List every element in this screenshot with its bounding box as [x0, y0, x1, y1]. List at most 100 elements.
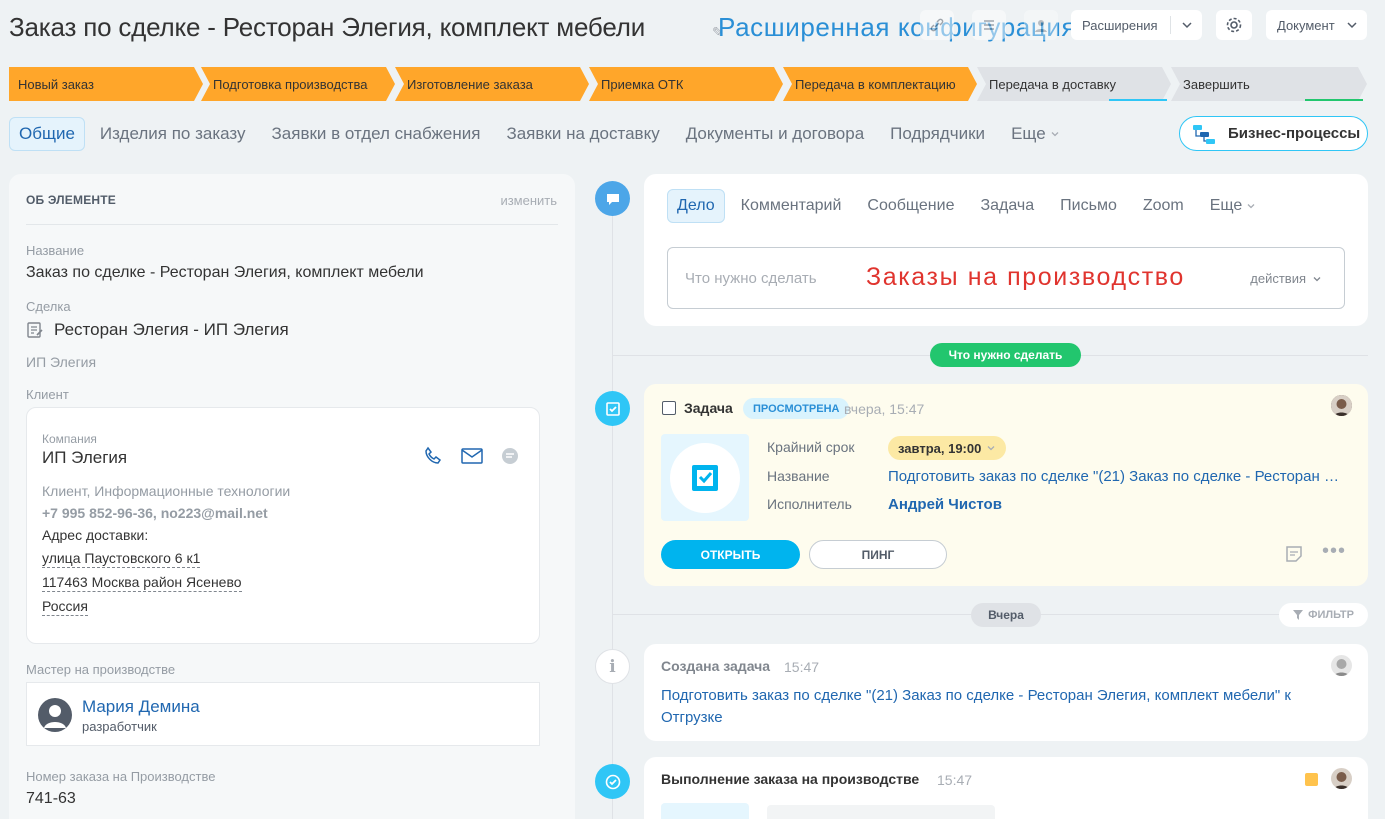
deal-link[interactable]: Ресторан Элегия - ИП Элегия — [26, 320, 289, 340]
document-button[interactable]: Документ — [1266, 10, 1367, 40]
tab-order-items[interactable]: Изделия по заказу — [100, 124, 246, 144]
element-info-card: ОБ ЭЛЕМЕНТЕ изменить Название Заказ по с… — [9, 174, 575, 819]
main-tabs: Общие Изделия по заказу Заявки в отдел с… — [9, 117, 1086, 151]
business-processes-button[interactable]: Бизнес-процессы — [1179, 116, 1368, 151]
ping-button[interactable]: ПИНГ — [809, 540, 947, 569]
edit-link[interactable]: изменить — [500, 193, 557, 208]
address-line[interactable]: улица Паустовского 6 к1 — [42, 550, 201, 568]
tab-editor-more[interactable]: Еще — [1210, 197, 1257, 215]
task-complete-checkbox[interactable] — [662, 401, 676, 415]
todo-section-pill: Что нужно сделать — [930, 343, 1081, 367]
name-value: Заказ по сделке - Ресторан Элегия, компл… — [26, 264, 424, 281]
task-time: вчера, 15:47 — [844, 401, 925, 417]
tab-editor-more-label: Еще — [1209, 197, 1243, 214]
stage-handover-delivery[interactable]: Передача в доставку — [977, 67, 1171, 101]
stage-qc-acceptance[interactable]: Приемка ОТК — [589, 67, 783, 101]
check-icon — [595, 764, 630, 799]
list-icon[interactable] — [972, 10, 1006, 40]
client-contacts[interactable]: +7 995 852-96-36, no223@mail.net — [42, 505, 268, 521]
stage-new-order[interactable]: Новый заказ — [9, 67, 203, 101]
address-line[interactable]: Россия — [42, 598, 88, 616]
event-preview — [661, 803, 749, 819]
task-title: Задача — [684, 400, 733, 416]
link-icon[interactable] — [920, 10, 954, 40]
editor-tabs: Дело Комментарий Сообщение Задача Письмо… — [667, 189, 1282, 223]
address-label: Адрес доставки: — [42, 527, 149, 543]
avatar[interactable] — [1331, 395, 1352, 416]
open-task-button[interactable]: ОТКРЫТЬ — [661, 540, 800, 569]
tab-deal-activity[interactable]: Дело — [667, 189, 725, 223]
chevron-down-icon — [987, 446, 995, 451]
stage-label: Новый заказ — [18, 76, 94, 92]
task-name-label: Название — [767, 468, 830, 484]
company-label: Компания — [42, 432, 97, 446]
stage-production-prep[interactable]: Подготовка производства — [201, 67, 395, 101]
stage-label: Передача в доставку — [989, 76, 1117, 92]
avatar[interactable] — [1331, 655, 1352, 676]
todo-input[interactable]: Что нужно сделать Заказы на производство… — [667, 247, 1345, 309]
chat-icon[interactable] — [501, 447, 519, 470]
event-task-link[interactable]: Подготовить заказ по сделке "(21) Заказ … — [661, 685, 1341, 729]
deadline-value[interactable]: завтра, 19:00 — [888, 436, 1007, 460]
tab-contractors[interactable]: Подрядчики — [890, 124, 985, 144]
master-card: Мария Демина разработчик — [26, 682, 540, 746]
more-icon[interactable]: ••• — [1322, 541, 1346, 561]
status-badge: ПРОСМОТРЕНА — [743, 398, 850, 419]
mail-icon[interactable] — [461, 448, 483, 469]
event-time: 15:47 — [784, 659, 820, 675]
page-title: Заказ по сделке - Ресторан Элегия, компл… — [9, 12, 646, 42]
address-city: 117463 Москва район Ясенево — [42, 574, 242, 592]
tab-comment[interactable]: Комментарий — [741, 197, 842, 215]
user-icon[interactable] — [1024, 10, 1058, 40]
activity-editor: Дело Комментарий Сообщение Задача Письмо… — [644, 174, 1368, 326]
tab-email[interactable]: Письмо — [1060, 197, 1117, 215]
section-heading: ОБ ЭЛЕМЕНТЕ — [26, 193, 116, 207]
comment-icon — [595, 181, 630, 216]
deal-label: Сделка — [26, 299, 71, 314]
tab-task[interactable]: Задача — [980, 197, 1034, 215]
phone-icon[interactable] — [423, 446, 443, 471]
address-street: улица Паустовского 6 к1 — [42, 550, 201, 568]
avatar[interactable] — [1331, 768, 1352, 789]
client-actions — [423, 446, 519, 471]
tab-documents[interactable]: Документы и договора — [686, 124, 864, 144]
extensions-button[interactable]: Расширения — [1071, 10, 1202, 40]
order-number-label: Номер заказа на Производстве — [26, 769, 216, 784]
execution-event: Выполнение заказа на производстве 15:47 — [644, 757, 1368, 819]
tab-general[interactable]: Общие — [9, 117, 85, 151]
chevron-down-icon — [1346, 17, 1358, 36]
stage-finish[interactable]: Завершить — [1171, 67, 1367, 101]
order-number-value: 741-63 — [26, 790, 76, 807]
stage-progress-line — [1109, 99, 1167, 101]
divider — [1170, 16, 1171, 34]
deal-value: Ресторан Элегия - ИП Элегия — [54, 320, 289, 339]
tab-more[interactable]: Еще — [1011, 124, 1060, 144]
stage-bar: Новый заказ Подготовка производства Изго… — [9, 67, 1367, 101]
tab-supply-requests[interactable]: Заявки в отдел снабжения — [272, 124, 481, 144]
tab-delivery-requests[interactable]: Заявки на доставку — [506, 124, 659, 144]
master-name[interactable]: Мария Демина — [82, 697, 200, 717]
timeline-line — [612, 190, 613, 819]
stage-label: Передача в комплектацию — [795, 76, 956, 92]
stage-handover-assembly[interactable]: Передача в комплектацию — [783, 67, 977, 101]
chevron-down-icon[interactable] — [1181, 17, 1193, 36]
assignee-link[interactable]: Андрей Чистов — [888, 496, 1002, 513]
tab-more-label: Еще — [1011, 124, 1046, 143]
settings-button[interactable] — [1216, 10, 1252, 40]
stage-label: Завершить — [1183, 76, 1250, 92]
extensions-label: Расширения — [1082, 17, 1158, 33]
actions-dropdown[interactable]: действия — [1250, 271, 1322, 286]
stage-label: Подготовка производства — [213, 76, 368, 92]
task-preview-icon — [670, 443, 740, 513]
avatar[interactable] — [38, 698, 72, 732]
task-name-link[interactable]: Подготовить заказ по сделке "(21) Заказ … — [888, 468, 1344, 485]
tab-zoom[interactable]: Zoom — [1143, 197, 1184, 215]
business-process-icon — [1193, 124, 1215, 144]
divider — [26, 224, 558, 225]
stage-manufacturing[interactable]: Изготовление заказа — [395, 67, 589, 101]
tab-message[interactable]: Сообщение — [867, 197, 954, 215]
filter-button[interactable]: ФИЛЬТР — [1279, 603, 1368, 627]
deadline-label: Крайний срок — [767, 439, 855, 455]
address-line[interactable]: 117463 Москва район Ясенево — [42, 574, 242, 592]
note-icon[interactable] — [1284, 544, 1304, 569]
